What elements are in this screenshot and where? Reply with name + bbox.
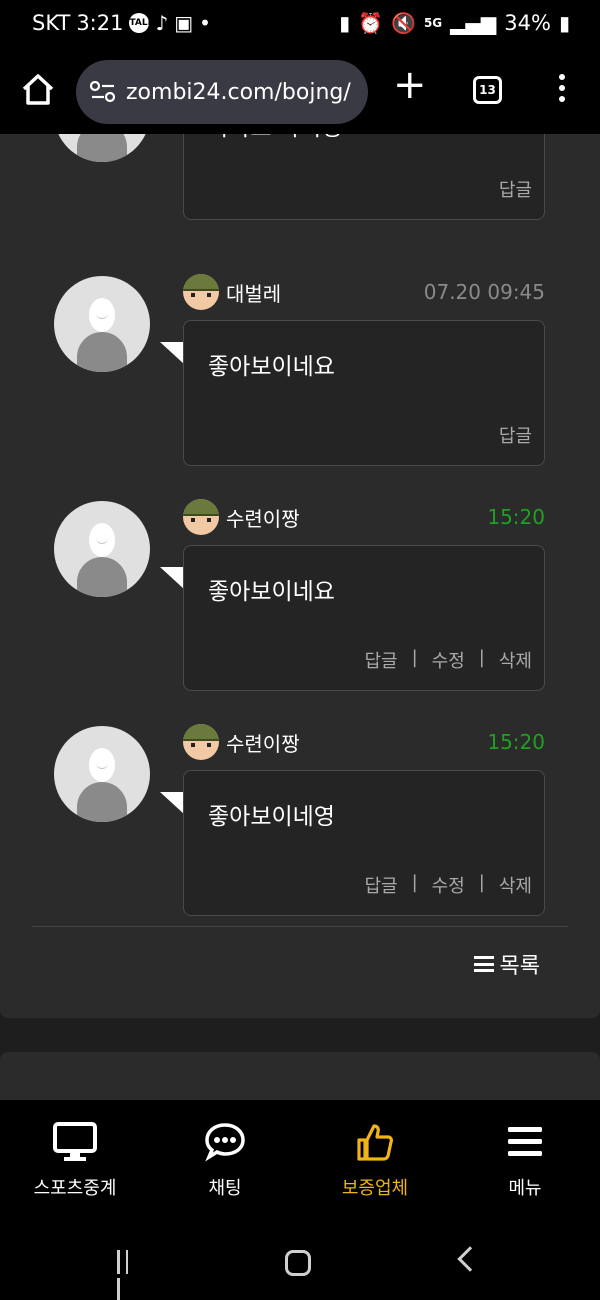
nav-menu[interactable]: 메뉴 (450, 1120, 600, 1200)
new-tab-icon[interactable]: + (393, 65, 427, 105)
reply-link[interactable]: 답글 (364, 872, 397, 898)
more-notifications-icon: • (199, 11, 211, 35)
comment-author[interactable]: 수련이짱 (226, 503, 300, 532)
avatar (54, 134, 150, 162)
system-navigation-bar (0, 1224, 600, 1300)
mute-icon: 🔇 (391, 11, 416, 35)
separator: | (478, 872, 485, 893)
thumbs-up-icon (357, 1124, 393, 1161)
bubble-pointer (160, 567, 184, 589)
separator: | (478, 647, 485, 668)
comments-page: 바카오 와이팅 답글 대벌레 07.20 09:45 좋아보이네요 답글 수련이… (0, 134, 600, 1100)
more-menu-icon[interactable] (548, 74, 576, 108)
chat-icon (205, 1123, 245, 1162)
bottom-navigation: 스포츠중계 채팅 보증업체 메뉴 (0, 1100, 600, 1224)
comments-panel: 바카오 와이팅 답글 대벌레 07.20 09:45 좋아보이네요 답글 수련이… (0, 134, 600, 1018)
reply-link[interactable]: 답글 (499, 176, 532, 202)
url-text: zombi24.com/bojng/ (126, 79, 351, 105)
hamburger-menu-icon (508, 1127, 542, 1156)
list-icon (473, 956, 494, 972)
bubble-pointer (160, 792, 184, 814)
carrier: SKT (32, 11, 71, 35)
browser-toolbar: zombi24.com/bojng/ + 13 (0, 52, 600, 134)
battery-percent: 34% (504, 11, 551, 35)
list-button[interactable]: 목록 (473, 948, 540, 980)
level-badge-icon (183, 274, 219, 310)
tiktok-icon: ♪ (155, 11, 169, 35)
edit-link[interactable]: 수정 (432, 872, 465, 898)
address-bar[interactable]: zombi24.com/bojng/ (76, 60, 368, 124)
comment-bubble: 바카오 와이팅 답글 (183, 134, 545, 220)
comment-author[interactable]: 수련이짱 (226, 728, 300, 757)
comment-text: 바카오 와이팅 (208, 134, 342, 142)
nav-sports[interactable]: 스포츠중계 (0, 1120, 150, 1200)
comment-bubble: 좋아보이네요 답글 (183, 320, 545, 466)
bubble-pointer (160, 342, 184, 364)
gallery-icon: ▣ (174, 11, 194, 35)
level-badge-icon (183, 724, 219, 760)
nav-chat-label: 채팅 (208, 1178, 242, 1199)
reply-link[interactable]: 답글 (499, 422, 532, 448)
level-badge-icon (183, 499, 219, 535)
comment-time: 15:20 (487, 505, 545, 529)
monitor-icon (53, 1122, 97, 1161)
delete-link[interactable]: 삭제 (499, 647, 532, 673)
comment-text: 좋아보이네요 (208, 579, 335, 605)
nav-chat[interactable]: 채팅 (150, 1120, 300, 1200)
comment-text: 좋아보이네영 (208, 804, 335, 830)
home-icon[interactable] (20, 72, 56, 108)
delete-link[interactable]: 삭제 (499, 872, 532, 898)
nav-sports-label: 스포츠중계 (33, 1178, 117, 1199)
next-section-panel (0, 1052, 600, 1100)
recent-apps-icon[interactable] (117, 1250, 141, 1300)
comment-bubble: 좋아보이네영 답글 | 수정 | 삭제 (183, 770, 545, 916)
divider (32, 926, 568, 927)
status-bar: SKT 3:21 TALK ♪ ▣ • ▮ ⏰ 🔇 5G ▂▄▆ 34% ▮ (0, 0, 600, 52)
list-button-label: 목록 (499, 954, 540, 979)
battery-icon: ▮ (558, 11, 570, 35)
clock: 3:21 (76, 11, 124, 35)
alarm-icon: ⏰ (358, 11, 384, 35)
nav-guarantee-label: 보증업체 (341, 1178, 409, 1199)
site-settings-icon[interactable] (90, 81, 116, 103)
avatar (54, 501, 150, 597)
system-home-icon[interactable] (285, 1250, 311, 1276)
avatar (54, 726, 150, 822)
signal-icon: ▂▄▆ (450, 11, 497, 35)
comment-text: 좋아보이네요 (208, 354, 335, 380)
battery-saver-icon: ▮ (339, 11, 351, 35)
comment-time: 15:20 (487, 730, 545, 754)
back-icon[interactable] (457, 1246, 483, 1272)
reply-link[interactable]: 답글 (364, 647, 397, 673)
separator: | (411, 872, 418, 893)
network-type: 5G (423, 16, 443, 30)
nav-guarantee[interactable]: 보증업체 (300, 1120, 450, 1200)
comment-author[interactable]: 대벌레 (226, 278, 281, 307)
edit-link[interactable]: 수정 (432, 647, 465, 673)
comment-time: 07.20 09:45 (423, 280, 545, 304)
comment-bubble: 좋아보이네요 답글 | 수정 | 삭제 (183, 545, 545, 691)
tab-switcher-button[interactable]: 13 (473, 76, 502, 104)
kakaotalk-icon: TALK (129, 13, 155, 33)
avatar (54, 276, 150, 372)
separator: | (411, 647, 418, 668)
nav-menu-label: 메뉴 (508, 1178, 542, 1199)
